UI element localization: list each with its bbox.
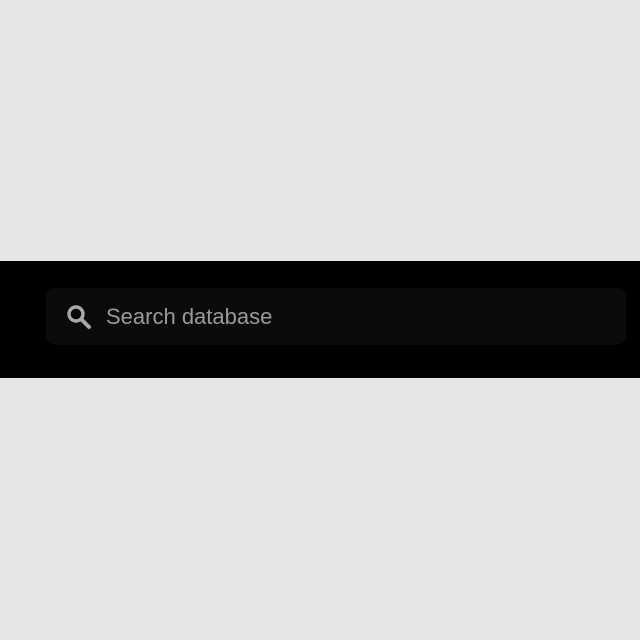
search-input[interactable]	[106, 288, 626, 345]
search-box[interactable]	[46, 288, 626, 345]
search-icon[interactable]	[65, 303, 93, 331]
search-bar	[0, 261, 640, 378]
